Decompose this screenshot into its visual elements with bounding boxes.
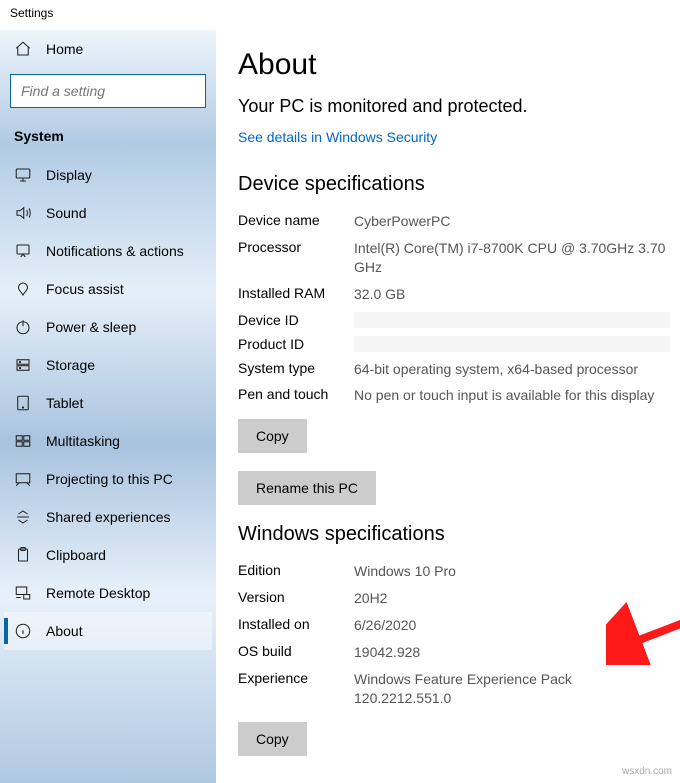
sidebar-item-power-sleep[interactable]: Power & sleep <box>4 308 212 346</box>
sidebar-item-label: Power & sleep <box>46 319 136 335</box>
spec-value: Windows 10 Pro <box>354 562 670 581</box>
sidebar-item-label: Projecting to this PC <box>46 471 173 487</box>
windows-spec-table: Edition Windows 10 Pro Version 20H2 Inst… <box>238 558 670 711</box>
spec-value-redacted <box>354 336 670 352</box>
sidebar-home-label: Home <box>46 41 83 57</box>
sidebar-item-focus-assist[interactable]: Focus assist <box>4 270 212 308</box>
sidebar-item-label: Shared experiences <box>46 509 171 525</box>
sidebar-item-storage[interactable]: Storage <box>4 346 212 384</box>
tablet-icon <box>14 394 32 412</box>
spec-row-installed-on: Installed on 6/26/2020 <box>238 612 670 639</box>
remote-desktop-icon <box>14 584 32 602</box>
notifications-icon <box>14 242 32 260</box>
sidebar-item-label: Display <box>46 167 92 183</box>
storage-icon <box>14 356 32 374</box>
sidebar-item-label: Focus assist <box>46 281 124 297</box>
multitasking-icon <box>14 432 32 450</box>
spec-label: Device name <box>238 212 354 231</box>
display-icon <box>14 166 32 184</box>
spec-row-version: Version 20H2 <box>238 585 670 612</box>
spec-label: Experience <box>238 670 354 708</box>
sidebar-item-label: Storage <box>46 357 95 373</box>
spec-value: 64-bit operating system, x64-based proce… <box>354 360 670 379</box>
spec-value: CyberPowerPC <box>354 212 670 231</box>
settings-window: Settings Home System Display Sound <box>0 0 680 783</box>
spec-value: Windows Feature Experience Pack 120.2212… <box>354 670 670 708</box>
sidebar-item-label: Clipboard <box>46 547 106 563</box>
sidebar-item-multitasking[interactable]: Multitasking <box>4 422 212 460</box>
spec-label: Device ID <box>238 312 354 328</box>
sidebar: Home System Display Sound Notifications … <box>0 30 216 783</box>
sidebar-item-notifications[interactable]: Notifications & actions <box>4 232 212 270</box>
projecting-icon <box>14 470 32 488</box>
page-title: About <box>238 48 670 82</box>
spec-row-processor: Processor Intel(R) Core(TM) i7-8700K CPU… <box>238 235 670 281</box>
copy-device-specs-button[interactable]: Copy <box>238 419 307 453</box>
sidebar-item-label: Sound <box>46 205 86 221</box>
spec-label: Processor <box>238 239 354 277</box>
main-content: About Your PC is monitored and protected… <box>216 30 680 783</box>
windows-spec-heading: Windows specifications <box>238 523 670 546</box>
spec-value: 20H2 <box>354 589 670 608</box>
about-icon <box>14 622 32 640</box>
device-spec-heading: Device specifications <box>238 173 670 196</box>
spec-value: Intel(R) Core(TM) i7-8700K CPU @ 3.70GHz… <box>354 239 670 277</box>
sidebar-item-clipboard[interactable]: Clipboard <box>4 536 212 574</box>
rename-pc-button[interactable]: Rename this PC <box>238 471 376 505</box>
focus-assist-icon <box>14 280 32 298</box>
spec-value: 6/26/2020 <box>354 616 670 635</box>
watermark: wsxdn.com <box>622 766 672 777</box>
spec-label: OS build <box>238 643 354 662</box>
copy-windows-specs-button[interactable]: Copy <box>238 722 307 756</box>
spec-row-experience: Experience Windows Feature Experience Pa… <box>238 666 670 712</box>
search-wrap <box>4 74 212 122</box>
spec-label: Installed on <box>238 616 354 635</box>
sidebar-item-shared-experiences[interactable]: Shared experiences <box>4 498 212 536</box>
window-body: Home System Display Sound Notifications … <box>0 30 680 783</box>
spec-row-edition: Edition Windows 10 Pro <box>238 558 670 585</box>
spec-label: System type <box>238 360 354 379</box>
sidebar-item-about[interactable]: About <box>4 612 212 650</box>
protection-status: Your PC is monitored and protected. <box>238 96 670 117</box>
home-icon <box>14 40 32 58</box>
sidebar-item-projecting[interactable]: Projecting to this PC <box>4 460 212 498</box>
sidebar-item-remote-desktop[interactable]: Remote Desktop <box>4 574 212 612</box>
sidebar-item-label: About <box>46 623 83 639</box>
window-title: Settings <box>0 0 680 30</box>
spec-row-os-build: OS build 19042.928 <box>238 639 670 666</box>
sidebar-home[interactable]: Home <box>4 30 212 68</box>
sidebar-item-sound[interactable]: Sound <box>4 194 212 232</box>
sidebar-item-label: Remote Desktop <box>46 585 150 601</box>
spec-row-ram: Installed RAM 32.0 GB <box>238 281 670 308</box>
sidebar-item-label: Notifications & actions <box>46 243 184 259</box>
power-icon <box>14 318 32 336</box>
spec-row-device-id: Device ID <box>238 308 670 332</box>
spec-label: Version <box>238 589 354 608</box>
sidebar-section-label: System <box>4 122 212 156</box>
spec-row-pen-touch: Pen and touch No pen or touch input is a… <box>238 382 670 409</box>
search-input[interactable] <box>10 74 206 108</box>
spec-value-redacted <box>354 312 670 328</box>
device-spec-table: Device name CyberPowerPC Processor Intel… <box>238 208 670 409</box>
spec-row-device-name: Device name CyberPowerPC <box>238 208 670 235</box>
spec-label: Product ID <box>238 336 354 352</box>
spec-label: Installed RAM <box>238 285 354 304</box>
sidebar-item-display[interactable]: Display <box>4 156 212 194</box>
security-link[interactable]: See details in Windows Security <box>238 129 437 145</box>
spec-row-product-id: Product ID <box>238 332 670 356</box>
spec-row-system-type: System type 64-bit operating system, x64… <box>238 356 670 383</box>
clipboard-icon <box>14 546 32 564</box>
sound-icon <box>14 204 32 222</box>
sidebar-item-tablet[interactable]: Tablet <box>4 384 212 422</box>
sidebar-item-label: Tablet <box>46 395 83 411</box>
spec-label: Edition <box>238 562 354 581</box>
spec-value: 19042.928 <box>354 643 670 662</box>
spec-value: 32.0 GB <box>354 285 670 304</box>
sidebar-item-label: Multitasking <box>46 433 120 449</box>
spec-value: No pen or touch input is available for t… <box>354 386 670 405</box>
shared-icon <box>14 508 32 526</box>
spec-label: Pen and touch <box>238 386 354 405</box>
